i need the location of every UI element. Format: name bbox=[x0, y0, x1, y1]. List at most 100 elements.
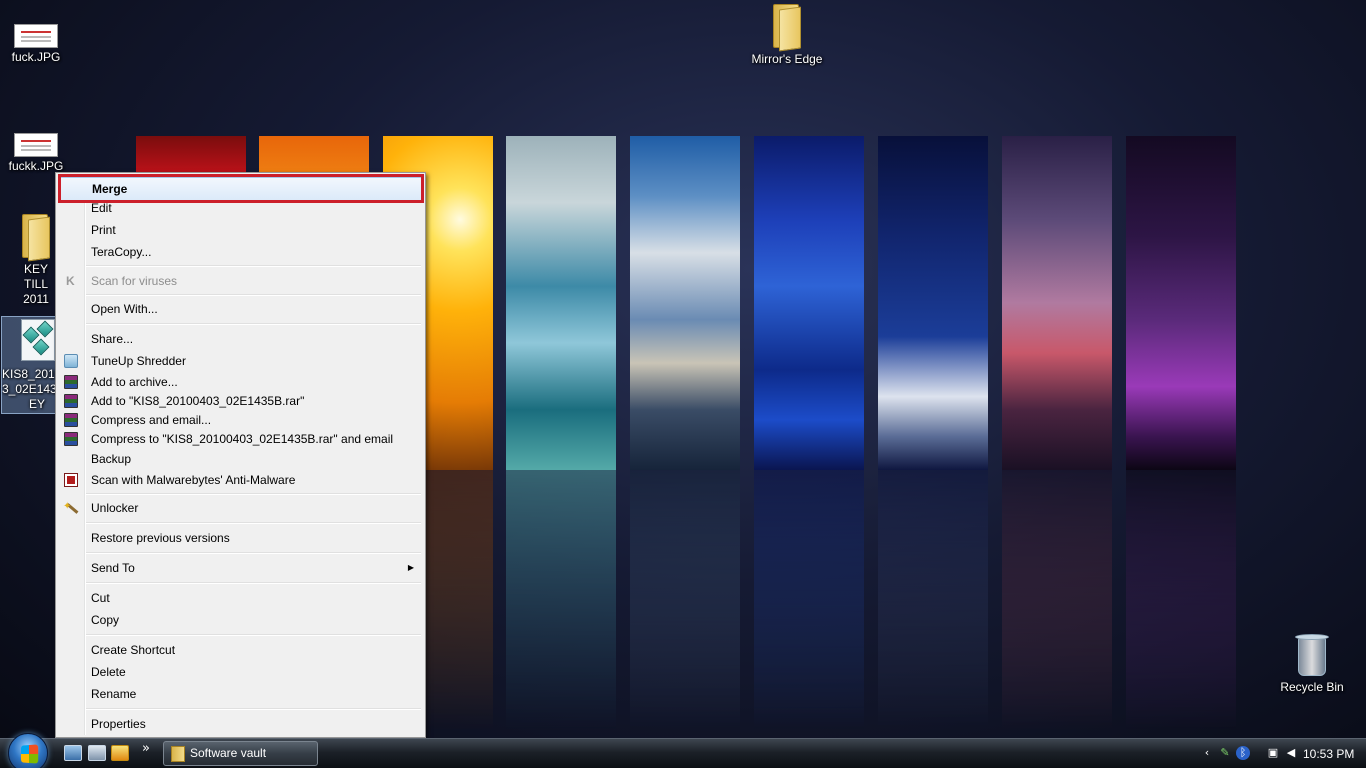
menu-item-scan-malwarebytes[interactable]: Scan with Malwarebytes' Anti-Malware bbox=[58, 470, 423, 490]
menu-item-properties[interactable]: Properties bbox=[58, 714, 423, 734]
menu-item-label: Add to "KIS8_20100403_02E1435B.rar" bbox=[91, 394, 305, 408]
quick-launch-more-icon[interactable]: » bbox=[142, 741, 150, 756]
menu-item-label: Merge bbox=[92, 182, 128, 196]
winrar-icon bbox=[64, 413, 78, 427]
menu-item-label: Print bbox=[91, 223, 116, 237]
start-button[interactable] bbox=[8, 733, 48, 768]
wallpaper-panel bbox=[1002, 136, 1112, 470]
taskbar-clock[interactable]: 10:53 PM bbox=[1303, 739, 1354, 768]
menu-item-restore-previous-versions[interactable]: Restore previous versions bbox=[58, 528, 423, 548]
winrar-icon bbox=[64, 375, 78, 389]
menu-item-label: Share... bbox=[91, 332, 134, 346]
desktop-icon-fuck-jpg[interactable]: fuck.JPG bbox=[0, 24, 72, 65]
menu-item-cut[interactable]: Cut bbox=[58, 588, 423, 608]
menu-item-copy[interactable]: Copy bbox=[58, 610, 423, 630]
menu-item-label: Scan with Malwarebytes' Anti-Malware bbox=[91, 473, 296, 487]
menu-separator bbox=[86, 582, 421, 584]
menu-separator bbox=[86, 522, 421, 524]
chevron-left-icon[interactable]: ‹ bbox=[1200, 746, 1214, 760]
image-file-icon bbox=[14, 24, 58, 48]
desktop-icon-fuckk-jpg[interactable]: fuckk.JPG bbox=[0, 133, 72, 174]
menu-item-label: Rename bbox=[91, 687, 137, 701]
menu-separator bbox=[86, 634, 421, 636]
desktop-icon-mirrors-edge[interactable]: Mirror's Edge bbox=[746, 2, 828, 67]
media-player-icon[interactable] bbox=[111, 745, 129, 761]
menu-item-edit[interactable]: Edit bbox=[58, 198, 423, 218]
menu-separator bbox=[86, 493, 421, 495]
menu-item-unlocker[interactable]: Unlocker bbox=[58, 497, 423, 518]
windows-logo-icon bbox=[20, 744, 39, 764]
menu-item-label: Cut bbox=[91, 591, 110, 605]
taskbar-button-software-vault[interactable]: Software vault bbox=[163, 741, 318, 766]
menu-item-label: TeraCopy... bbox=[91, 245, 152, 259]
show-desktop-icon[interactable] bbox=[64, 745, 82, 761]
pen-icon[interactable]: ✎ bbox=[1218, 746, 1232, 760]
menu-item-add-to-rar[interactable]: Add to "KIS8_20100403_02E1435B.rar" bbox=[58, 391, 423, 411]
registry-file-icon bbox=[15, 317, 59, 365]
network-icon[interactable]: ▣ bbox=[1266, 746, 1280, 760]
menu-item-backup[interactable]: Backup bbox=[58, 449, 423, 469]
malwarebytes-icon bbox=[64, 473, 78, 487]
menu-item-label: Copy bbox=[91, 613, 120, 627]
menu-item-label: Add to archive... bbox=[91, 375, 178, 389]
menu-item-label: Scan for viruses bbox=[91, 274, 178, 288]
wallpaper-panel bbox=[506, 136, 616, 470]
menu-item-share[interactable]: Share... bbox=[58, 329, 423, 349]
volume-icon[interactable]: ◀ bbox=[1284, 746, 1298, 760]
switch-windows-icon[interactable] bbox=[88, 745, 106, 761]
wallpaper-reflection bbox=[1126, 470, 1236, 730]
menu-item-add-to-archive[interactable]: Add to archive... bbox=[58, 372, 423, 392]
desktop-icon-label: Recycle Bin bbox=[1280, 680, 1344, 694]
wallpaper-panel bbox=[754, 136, 864, 470]
menu-item-label: Send To bbox=[91, 561, 135, 575]
wallpaper-panel bbox=[630, 136, 740, 470]
context-menu: Merge Edit Print TeraCopy... Scan for vi… bbox=[55, 172, 426, 738]
menu-item-print[interactable]: Print bbox=[58, 220, 423, 240]
winrar-icon bbox=[64, 432, 78, 446]
submenu-arrow-icon: ▶ bbox=[407, 563, 414, 572]
menu-item-label: Delete bbox=[91, 665, 126, 679]
menu-item-tuneup-shredder[interactable]: TuneUp Shredder bbox=[58, 351, 423, 371]
menu-item-label: Open With... bbox=[91, 302, 158, 316]
menu-item-label: TuneUp Shredder bbox=[91, 354, 186, 368]
menu-item-label: Create Shortcut bbox=[91, 643, 176, 657]
menu-item-delete[interactable]: Delete bbox=[58, 662, 423, 682]
menu-separator bbox=[86, 552, 421, 554]
antivirus-icon bbox=[64, 271, 78, 291]
wallpaper-panel bbox=[1126, 136, 1236, 470]
menu-item-scan-for-viruses: Scan for viruses bbox=[58, 271, 423, 291]
menu-item-label: Unlocker bbox=[91, 501, 139, 515]
folder-icon bbox=[171, 746, 185, 762]
menu-separator bbox=[86, 265, 421, 267]
wallpaper-reflection bbox=[1002, 470, 1112, 730]
magic-wand-icon bbox=[63, 497, 78, 517]
desktop-icon-label: Mirror's Edge bbox=[751, 52, 823, 66]
menu-item-label: Compress and email... bbox=[91, 413, 212, 427]
menu-item-rename[interactable]: Rename bbox=[58, 684, 423, 704]
menu-item-create-shortcut[interactable]: Create Shortcut bbox=[58, 640, 423, 660]
wallpaper-reflection bbox=[506, 470, 616, 730]
taskbar: » Software vault ‹ ✎ ᛒ ▣ ◀ 10:53 PM bbox=[0, 733, 1366, 768]
menu-separator bbox=[86, 323, 421, 325]
menu-item-compress-to-rar-and-email[interactable]: Compress to "KIS8_20100403_02E1435B.rar"… bbox=[58, 429, 423, 449]
menu-item-label: Restore previous versions bbox=[91, 531, 230, 545]
wallpaper-reflection bbox=[878, 470, 988, 730]
winrar-icon bbox=[64, 394, 78, 408]
folder-icon bbox=[767, 2, 807, 52]
menu-item-label: Compress to "KIS8_20100403_02E1435B.rar"… bbox=[91, 432, 394, 446]
desktop-icon-recycle-bin[interactable]: Recycle Bin bbox=[1276, 632, 1348, 695]
image-file-icon bbox=[14, 133, 58, 157]
menu-item-teracopy[interactable]: TeraCopy... bbox=[58, 242, 423, 262]
menu-item-compress-and-email[interactable]: Compress and email... bbox=[58, 410, 423, 430]
menu-item-label: Backup bbox=[91, 452, 132, 466]
desktop-icon-label: fuck.JPG bbox=[11, 50, 61, 64]
menu-item-label: Edit bbox=[91, 201, 112, 215]
menu-item-label: Properties bbox=[91, 717, 146, 731]
recycle-bin-icon bbox=[1294, 632, 1330, 678]
menu-item-open-with[interactable]: Open With... bbox=[58, 299, 423, 319]
bluetooth-icon[interactable]: ᛒ bbox=[1236, 746, 1250, 760]
taskbar-button-label: Software vault bbox=[190, 746, 267, 760]
wallpaper-reflection bbox=[754, 470, 864, 730]
menu-separator bbox=[86, 294, 421, 296]
menu-item-send-to[interactable]: Send To ▶ bbox=[58, 558, 423, 578]
